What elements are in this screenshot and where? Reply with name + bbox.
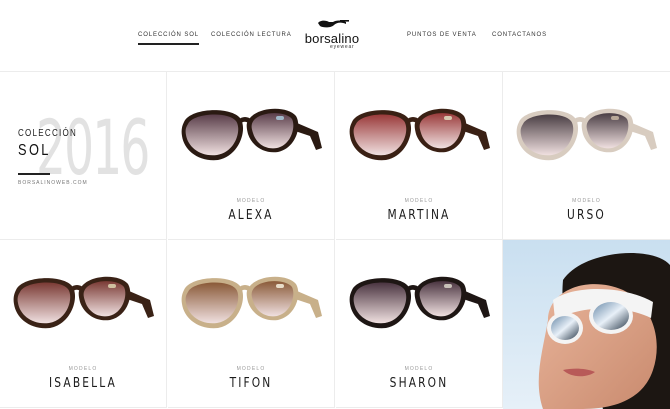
nav-coleccion-lectura[interactable]: COLECCIÓN LECTURA <box>211 32 292 38</box>
model-name: SHARON <box>389 376 449 391</box>
logo-mark-icon <box>318 20 349 28</box>
collection-year: 2016 <box>36 103 150 192</box>
modelo-label: MODELO <box>236 366 266 372</box>
collection-grid: 2016 COLECCIÓN SOL BORSALINOWEB.COM MODE… <box>0 72 670 409</box>
logo-tagline: eyewear <box>330 44 355 50</box>
sunglasses-icon <box>181 108 322 161</box>
borsalino-logo[interactable]: borsalino eyewear <box>296 17 368 55</box>
modelo-label: MODELO <box>236 198 266 204</box>
nav-coleccion-sol[interactable]: COLECCIÓN SOL <box>138 32 200 45</box>
collection-title-line2: SOL <box>18 142 51 159</box>
model-name: MARTINA <box>387 208 451 223</box>
modelo-label: MODELO <box>404 198 434 204</box>
nav-contactanos[interactable]: CONTACTANOS <box>492 32 547 38</box>
model-wearing-sunglasses-photo <box>503 240 670 409</box>
model-name: ALEXA <box>228 208 274 223</box>
website-label: BORSALINOWEB.COM <box>18 180 88 186</box>
product-card-urso[interactable]: MODELO URSO <box>503 72 670 240</box>
model-name: TIFON <box>229 376 273 391</box>
collection-intro: 2016 COLECCIÓN SOL BORSALINOWEB.COM <box>0 72 167 240</box>
product-card-martina[interactable]: MODELO MARTINA <box>336 72 503 240</box>
sunglasses-icon <box>13 276 154 329</box>
product-card-isabella[interactable]: MODELO ISABELLA <box>0 240 167 408</box>
model-name: URSO <box>567 208 606 223</box>
modelo-label: MODELO <box>404 366 434 372</box>
product-card-alexa[interactable]: MODELO ALEXA <box>168 72 335 240</box>
product-card-sharon[interactable]: MODELO SHARON <box>336 240 503 408</box>
nav-puntos-de-venta[interactable]: PUNTOS DE VENTA <box>407 32 477 38</box>
sunglasses-icon <box>349 108 490 161</box>
sunglasses-icon <box>516 108 657 161</box>
title-divider <box>18 173 50 175</box>
sunglasses-icon <box>181 276 322 329</box>
collection-title-line1: COLECCIÓN <box>18 128 78 139</box>
model-name: ISABELLA <box>49 376 117 391</box>
modelo-label: MODELO <box>572 198 601 204</box>
top-navigation: COLECCIÓN SOL COLECCIÓN LECTURA borsalin… <box>0 0 670 72</box>
sunglasses-icon <box>349 276 490 329</box>
product-card-tifon[interactable]: MODELO TIFON <box>168 240 335 408</box>
modelo-label: MODELO <box>68 366 98 372</box>
